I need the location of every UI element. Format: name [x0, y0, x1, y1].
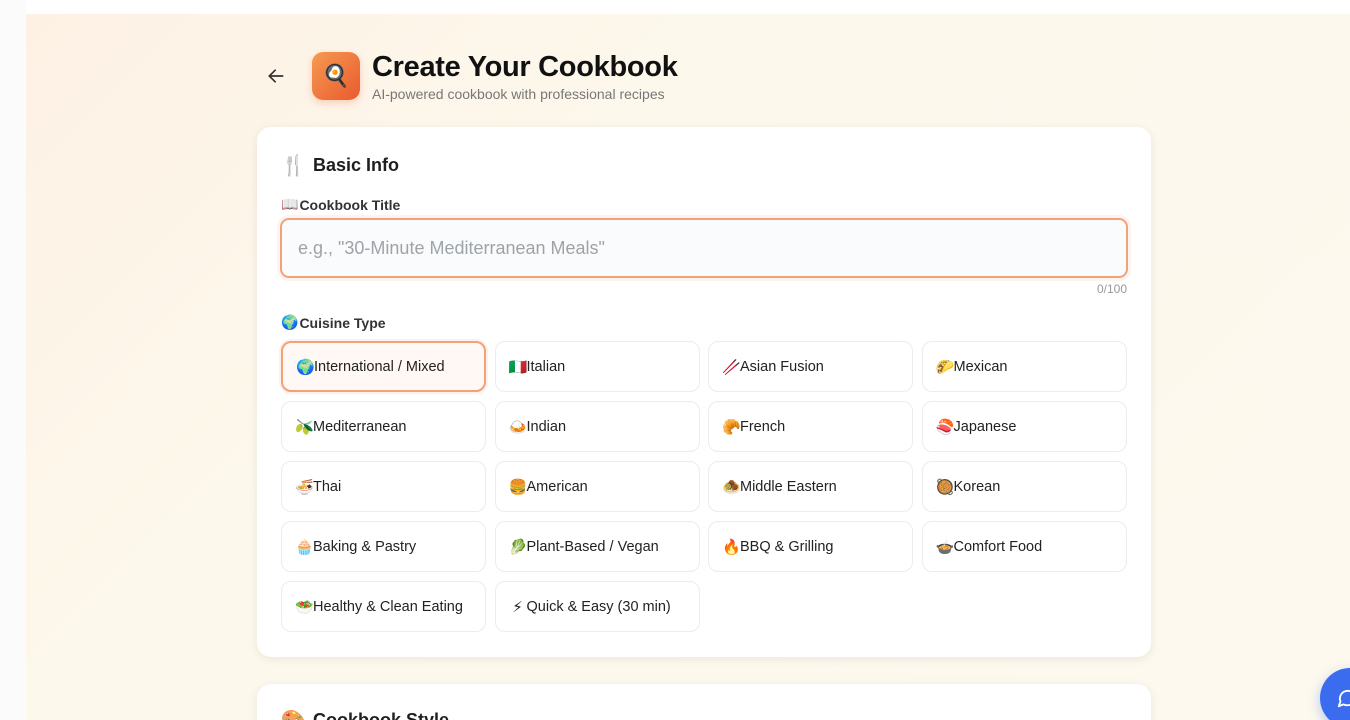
- open-book-icon: 📖: [281, 196, 299, 212]
- cuisine-options-grid: 🌍 International / Mixed 🇮🇹 Italian 🥢 Asian Fu…: [281, 341, 1127, 632]
- top-edge: [26, 0, 1350, 14]
- cuisine-emoji-icon: 🥬: [508, 538, 528, 556]
- basic-info-heading: 🍴 Basic Info: [281, 153, 399, 178]
- cuisine-option-label: Korean: [953, 478, 1001, 495]
- left-edge: [0, 0, 26, 720]
- section-title: Basic Info: [313, 155, 400, 175]
- cuisine-emoji-icon: 🍛: [508, 418, 528, 436]
- cuisine-option-label: Healthy & Clean Eating: [313, 598, 463, 615]
- cuisine-type-label-text: Cuisine Type: [299, 314, 386, 331]
- globe-icon: 🌍: [281, 314, 299, 330]
- cuisine-option[interactable]: 🥐 French: [708, 401, 913, 452]
- cuisine-option-label: Japanese: [953, 418, 1017, 435]
- cuisine-option-label: Plant-Based / Vegan: [526, 538, 659, 555]
- cuisine-option[interactable]: 🥗 Healthy & Clean Eating: [281, 581, 486, 632]
- frying-pan-icon: 🍳: [322, 63, 350, 88]
- cookbook-title-label-text: Cookbook Title: [299, 196, 401, 213]
- cookbook-title-label: 📖 Cookbook Title: [281, 196, 400, 213]
- cuisine-option[interactable]: 🥘 Korean: [921, 461, 1127, 512]
- cuisine-emoji-icon: 🍣: [935, 418, 955, 436]
- cuisine-option[interactable]: ⚡ Quick & Easy (30 min): [494, 581, 700, 632]
- cuisine-emoji-icon: 🫒: [295, 418, 314, 436]
- cuisine-emoji-icon: 🥘: [935, 478, 955, 496]
- cuisine-option[interactable]: 🧁 Baking & Pastry: [281, 521, 486, 572]
- cuisine-option-label: Comfort Food: [953, 538, 1043, 555]
- cuisine-option-label: Mexican: [953, 358, 1008, 375]
- fork-knife-icon: 🍴: [281, 155, 306, 177]
- cuisine-option-label: Quick & Easy (30 min): [526, 598, 671, 615]
- cuisine-emoji-icon: 🇮🇹: [508, 358, 528, 376]
- cuisine-emoji-icon: 🍜: [295, 478, 314, 496]
- cuisine-emoji-icon: 🍔: [508, 478, 528, 496]
- cuisine-type-label: 🌍 Cuisine Type: [281, 314, 386, 331]
- page-header: 🍳 Create Your Cookbook AI-powered cookbo…: [262, 48, 678, 104]
- cuisine-option-label: International / Mixed: [314, 358, 445, 375]
- cuisine-option[interactable]: 🥢 Asian Fusion: [708, 341, 913, 392]
- cuisine-emoji-icon: 🧆: [722, 478, 741, 496]
- cookbook-style-card: 🎨 Cookbook Style: [257, 684, 1151, 720]
- cuisine-emoji-icon: 🔥: [722, 538, 741, 556]
- cuisine-option-label: American: [526, 478, 588, 495]
- chat-bubble-icon: [1337, 689, 1350, 708]
- basic-info-card: 🍴 Basic Info 📖 Cookbook Title 0/100 🌍 Cu…: [257, 127, 1151, 657]
- cuisine-emoji-icon: ⚡: [512, 598, 523, 616]
- cookbook-title-input[interactable]: [280, 218, 1128, 278]
- cuisine-option-label: Italian: [526, 358, 566, 375]
- app-logo: 🍳: [312, 52, 360, 100]
- section-title: Cookbook Style: [313, 710, 450, 720]
- cuisine-emoji-icon: 🌍: [296, 358, 315, 376]
- cuisine-option-label: Baking & Pastry: [313, 538, 417, 555]
- cookbook-style-heading: 🎨 Cookbook Style: [281, 708, 449, 720]
- cuisine-emoji-icon: 🥢: [722, 358, 741, 376]
- cuisine-option-label: BBQ & Grilling: [740, 538, 834, 555]
- character-count: 0/100: [1096, 282, 1127, 296]
- cuisine-emoji-icon: 🧁: [295, 538, 314, 556]
- cuisine-option-label: Asian Fusion: [740, 358, 824, 375]
- cuisine-option[interactable]: 🍛 Indian: [494, 401, 700, 452]
- page-title: Create Your Cookbook: [372, 50, 678, 83]
- cuisine-option[interactable]: 🍲 Comfort Food: [921, 521, 1127, 572]
- cuisine-emoji-icon: 🥐: [722, 418, 741, 436]
- cuisine-option-label: Middle Eastern: [740, 478, 837, 495]
- cuisine-emoji-icon: 🌮: [935, 358, 955, 376]
- cuisine-option[interactable]: 🥬 Plant-Based / Vegan: [494, 521, 700, 572]
- page-subtitle: AI-powered cookbook with professional re…: [372, 85, 665, 102]
- cuisine-option[interactable]: 🧆 Middle Eastern: [708, 461, 913, 512]
- cuisine-option[interactable]: 🇮🇹 Italian: [494, 341, 700, 392]
- cuisine-option-label: Indian: [526, 418, 567, 435]
- cuisine-option[interactable]: 🌮 Mexican: [921, 341, 1127, 392]
- cuisine-option[interactable]: 🔥 BBQ & Grilling: [708, 521, 913, 572]
- cuisine-emoji-icon: 🍲: [935, 538, 955, 556]
- cuisine-option-label: French: [740, 418, 786, 435]
- back-button[interactable]: [262, 62, 290, 90]
- palette-icon: 🎨: [281, 708, 306, 720]
- cuisine-option[interactable]: 🍔 American: [494, 461, 700, 512]
- cuisine-option-label: Mediterranean: [313, 418, 407, 435]
- cuisine-option[interactable]: 🍣 Japanese: [921, 401, 1127, 452]
- cuisine-option-label: Thai: [313, 478, 342, 495]
- cuisine-emoji-icon: 🥗: [295, 598, 314, 616]
- cuisine-option[interactable]: 🍜 Thai: [281, 461, 486, 512]
- cuisine-option[interactable]: 🫒 Mediterranean: [281, 401, 486, 452]
- arrow-left-icon: [268, 69, 284, 83]
- cuisine-option[interactable]: 🌍 International / Mixed: [281, 341, 486, 392]
